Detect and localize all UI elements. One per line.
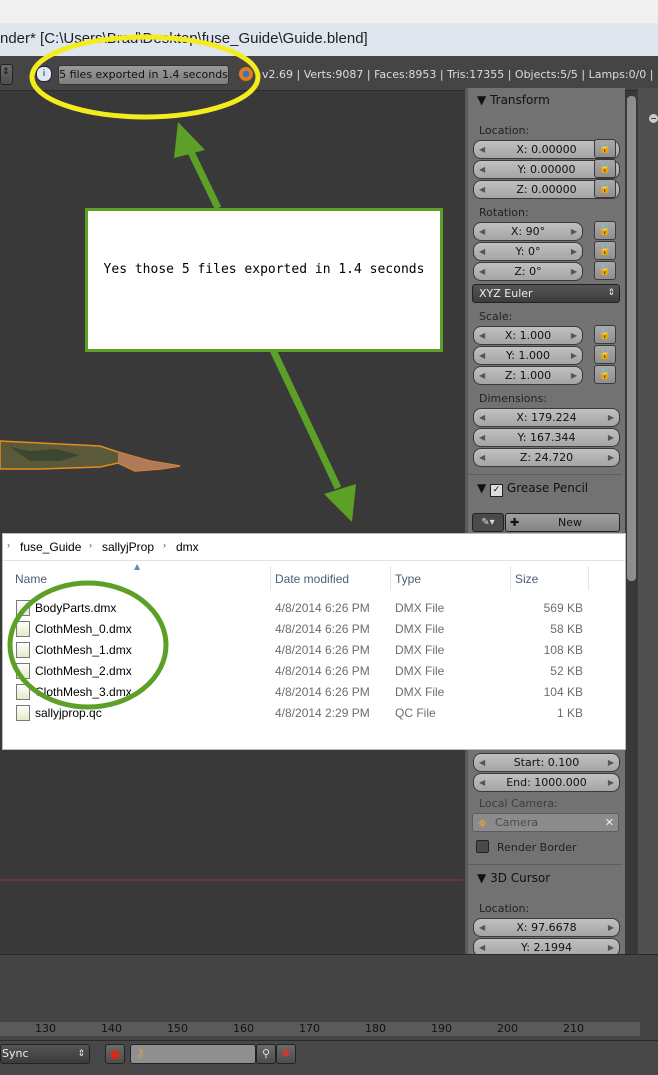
arrow-head-down: [324, 484, 356, 522]
annotation-callout: Yes those 5 files exported in 1.4 second…: [85, 208, 443, 352]
highlight-ellipse-green: [7, 580, 169, 710]
highlight-ellipse-yellow: [29, 34, 261, 120]
annotation-overlay: [7, 34, 356, 710]
arrow-head-up: [174, 122, 205, 158]
annotation-text: Yes those 5 files exported in 1.4 second…: [103, 262, 425, 277]
arrow-shaft-up: [186, 148, 222, 210]
arrow-shaft-down: [269, 348, 342, 490]
